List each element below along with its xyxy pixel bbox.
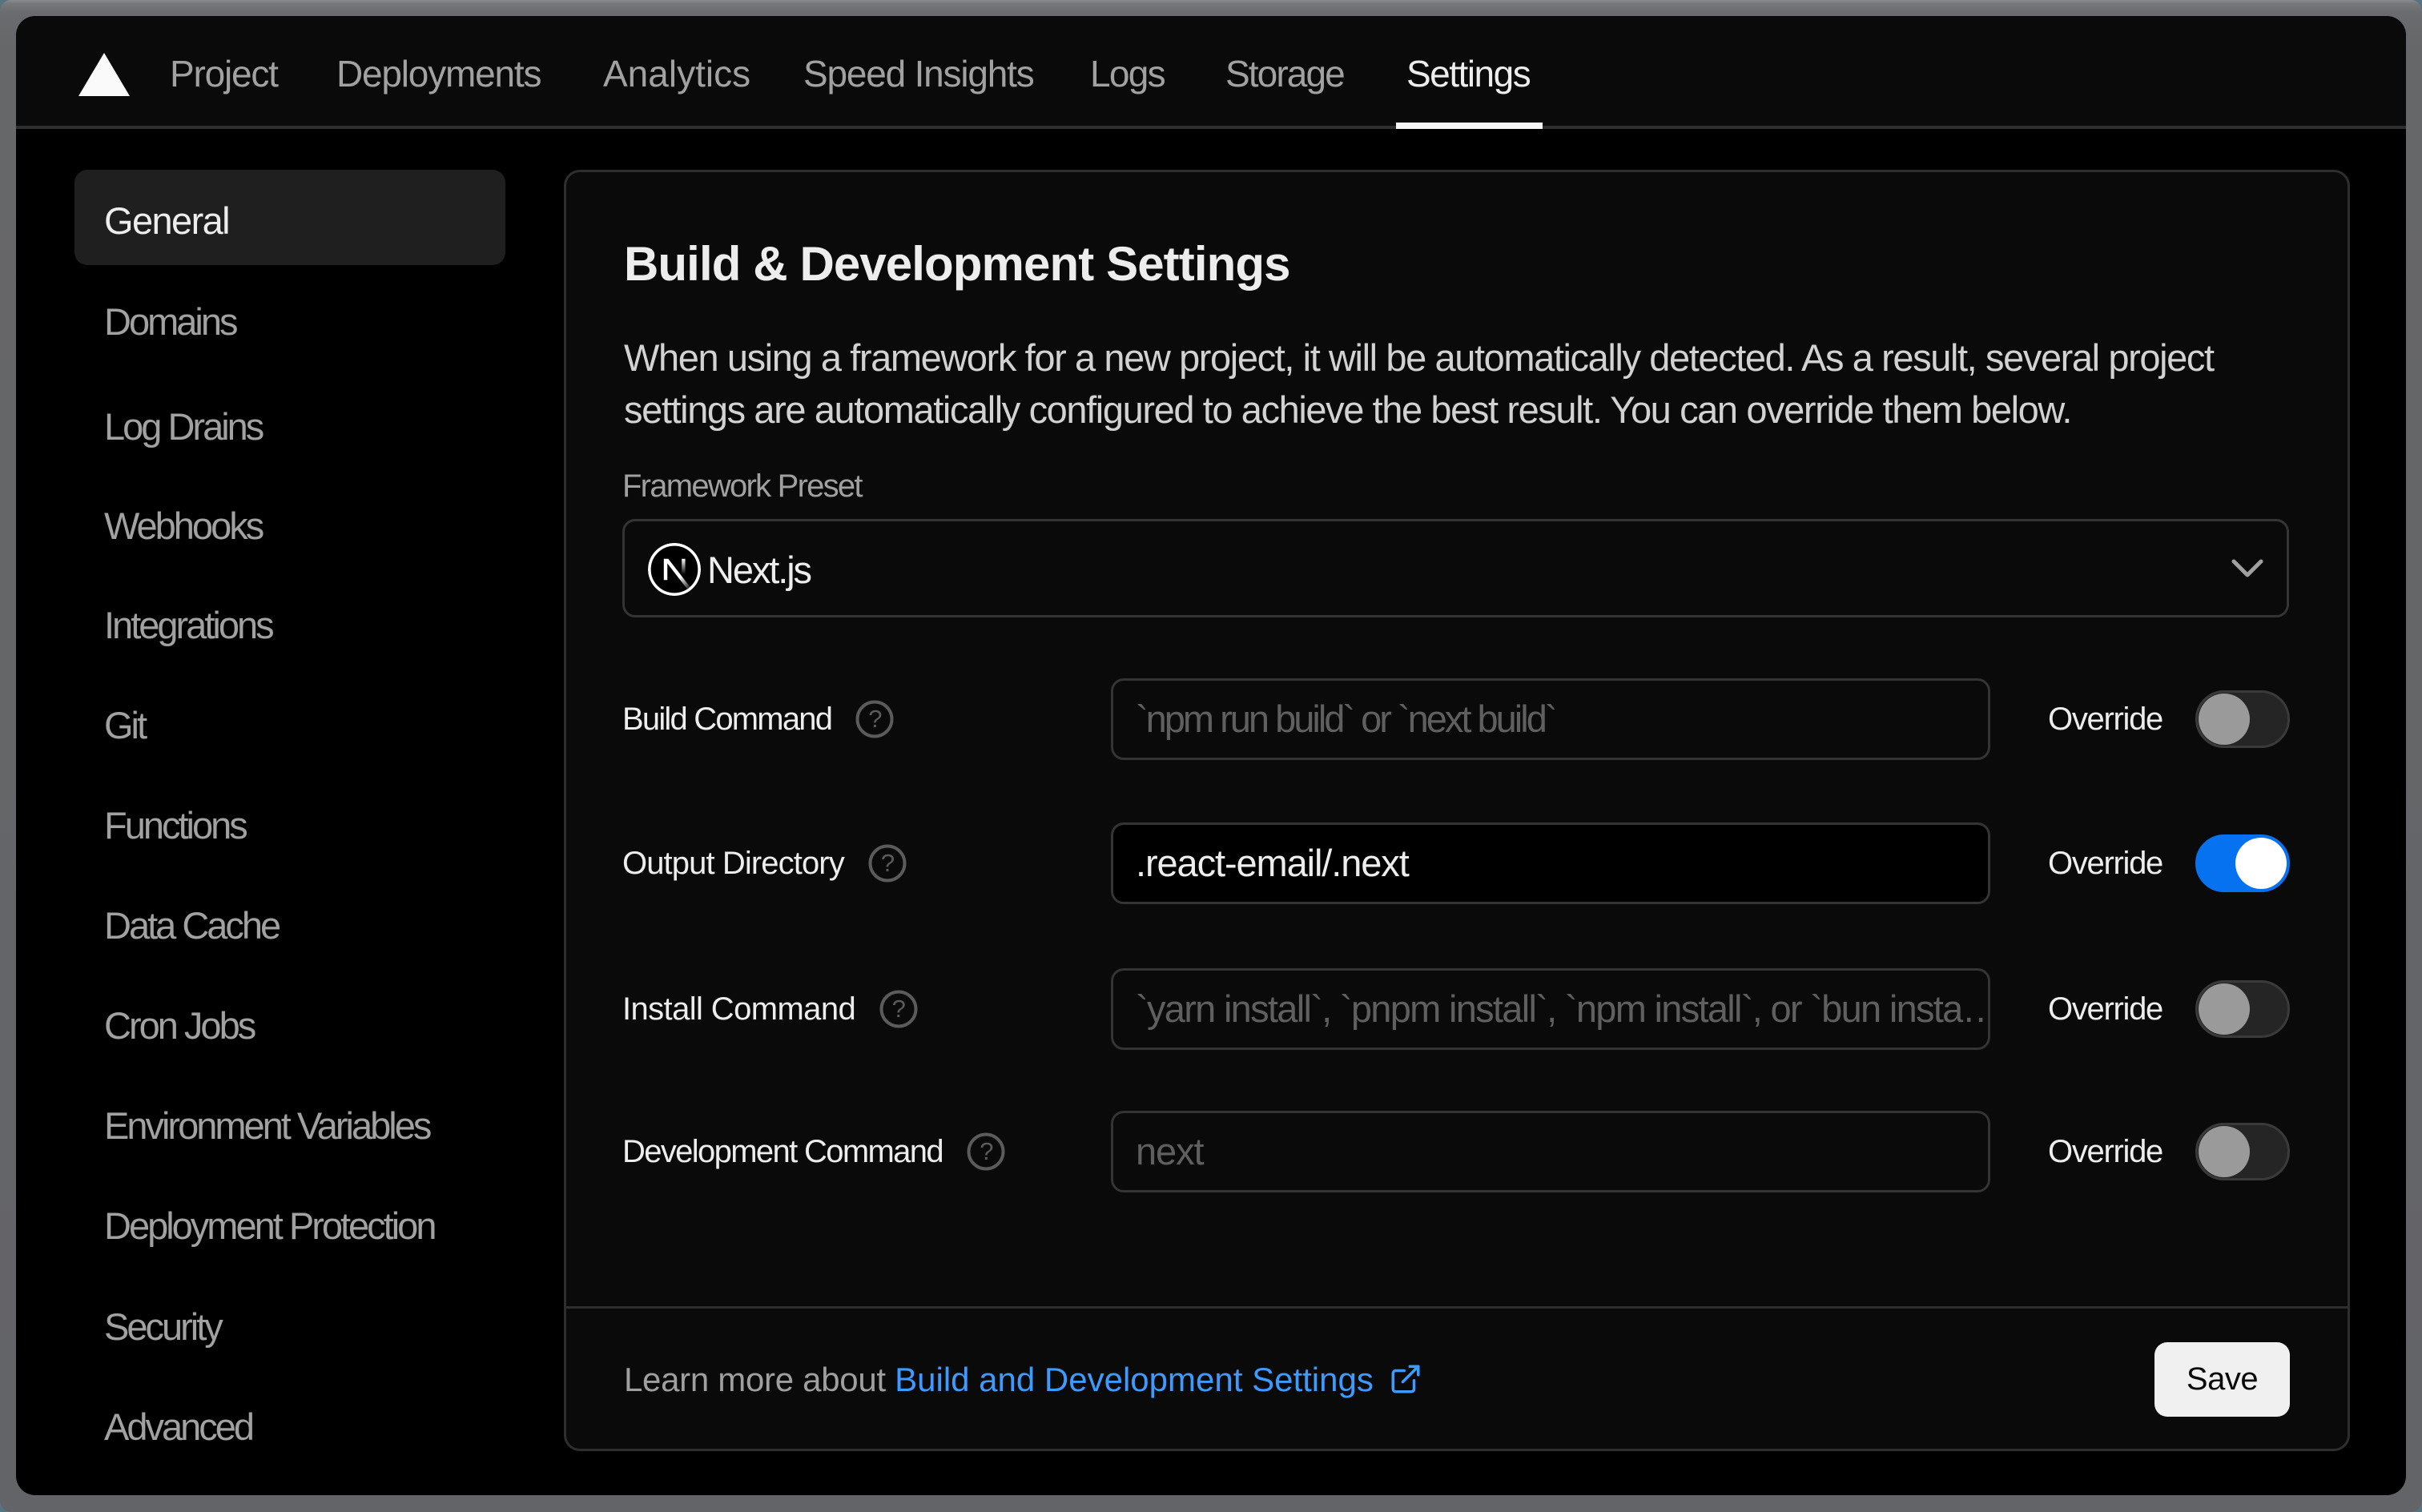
svg-text:?: ? [980, 1137, 993, 1165]
svg-text:?: ? [892, 995, 906, 1023]
svg-text:?: ? [881, 849, 895, 877]
svg-text:?: ? [868, 705, 882, 733]
